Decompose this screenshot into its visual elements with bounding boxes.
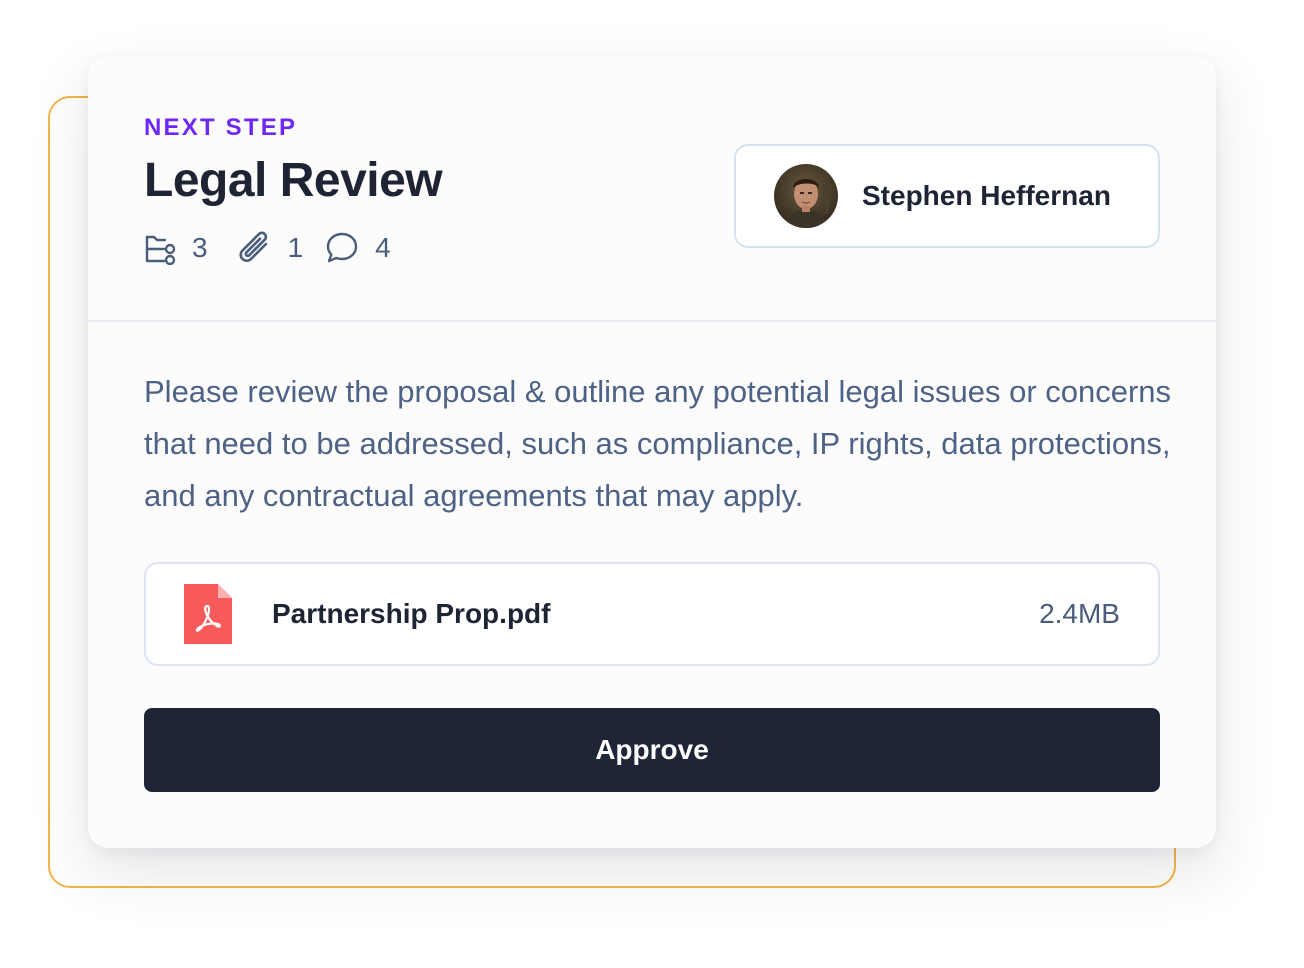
task-card: NEXT STEP Legal Review 3 1 4 Stephen Hef…	[88, 56, 1216, 848]
task-meta: 3 1 4	[144, 228, 391, 268]
subtasks-count[interactable]: 3	[144, 228, 208, 268]
task-description: Please review the proposal & outline any…	[144, 374, 1172, 513]
assignee-chip[interactable]: Stephen Heffernan	[734, 144, 1160, 248]
page: NEXT STEP Legal Review 3 1 4 Stephen Hef…	[0, 0, 1304, 968]
card-header: NEXT STEP Legal Review 3 1 4 Stephen Hef…	[88, 56, 1216, 322]
comment-icon	[325, 231, 359, 265]
attachments-count-value: 1	[287, 232, 304, 263]
paperclip-icon	[236, 228, 274, 268]
pdf-file-icon	[184, 584, 232, 644]
attachment-file-name: Partnership Prop.pdf	[272, 598, 551, 629]
task-title: Legal Review	[144, 154, 443, 207]
attachments-count[interactable]: 1	[236, 228, 304, 268]
subtasks-count-value: 3	[192, 232, 208, 263]
subtasks-icon	[144, 231, 178, 265]
comments-count[interactable]: 4	[325, 228, 391, 268]
comments-count-value: 4	[375, 232, 391, 263]
next-step-label: NEXT STEP	[144, 114, 298, 141]
attachment-file-size: 2.4MB	[1039, 598, 1120, 629]
assignee-name: Stephen Heffernan	[862, 180, 1111, 211]
attachment-item[interactable]: Partnership Prop.pdf 2.4MB	[144, 562, 1160, 666]
approve-button[interactable]: Approve	[144, 708, 1160, 792]
avatar	[774, 164, 838, 228]
